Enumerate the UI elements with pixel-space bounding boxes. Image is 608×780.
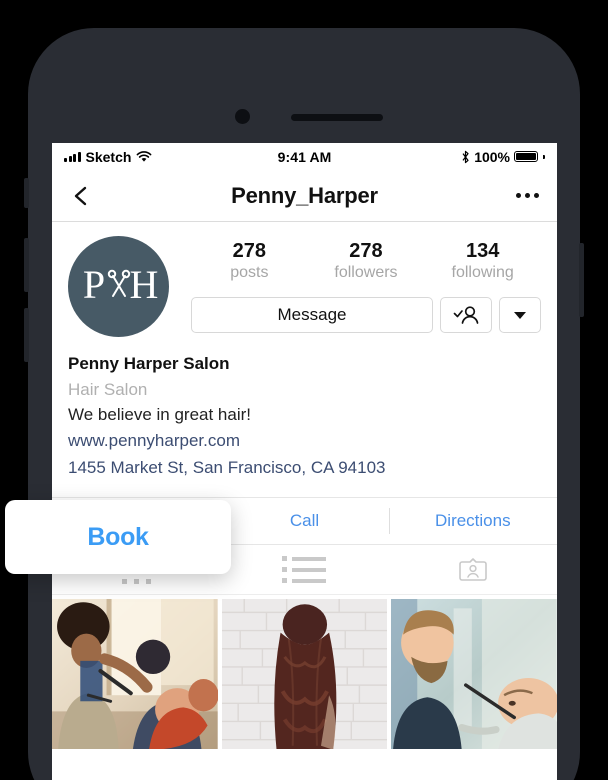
- photo-thumbnail[interactable]: [391, 599, 557, 750]
- status-bar: Sketch 9:41 AM 100%: [52, 143, 557, 170]
- page-title: Penny_Harper: [231, 182, 378, 208]
- bluetooth-icon: [462, 150, 469, 163]
- tab-list[interactable]: [220, 545, 388, 594]
- stat-label: following: [451, 264, 514, 281]
- front-camera-icon: [235, 109, 250, 124]
- stats-row: 278 posts 278 followers 134 following: [191, 236, 541, 283]
- stat-value: 278: [232, 240, 267, 262]
- svg-text:P: P: [83, 262, 105, 307]
- directions-action[interactable]: Directions: [388, 497, 557, 545]
- person-check-icon: [453, 306, 479, 324]
- follow-button[interactable]: [440, 297, 492, 333]
- scissors-icon: [107, 269, 131, 297]
- stat-value: 278: [349, 240, 383, 262]
- list-icon: [282, 556, 327, 584]
- stat-followers[interactable]: 278 followers: [323, 240, 409, 283]
- bio-description: We believe in great hair!: [68, 405, 252, 424]
- navigation-bar: Penny_Harper: [52, 170, 557, 222]
- more-dots-icon[interactable]: [516, 193, 539, 198]
- chevron-down-icon: [514, 311, 526, 319]
- tab-tagged[interactable]: [389, 545, 557, 594]
- business-category: Hair Salon: [68, 379, 148, 399]
- svg-text:H: H: [130, 262, 159, 307]
- battery-cap: [543, 154, 545, 159]
- earpiece-speaker: [291, 114, 383, 121]
- call-action[interactable]: Call: [220, 497, 388, 545]
- message-button[interactable]: Message: [191, 297, 433, 333]
- profile-header: P H 278 posts 278 followers 134 followin…: [52, 222, 557, 337]
- phone-screen: Sketch 9:41 AM 100% Penny_Harper P H 278…: [52, 143, 557, 780]
- profile-action-row: Message: [191, 297, 541, 333]
- book-button-label: Book: [87, 522, 149, 551]
- photo-thumbnail[interactable]: [221, 599, 388, 750]
- status-bar-right: 100%: [461, 149, 545, 165]
- back-chevron-icon[interactable]: [70, 185, 92, 207]
- screenshot-stage: Sketch 9:41 AM 100% Penny_Harper P H 278…: [0, 0, 608, 780]
- silent-switch-button[interactable]: [24, 178, 29, 208]
- more-options-dropdown-button[interactable]: [499, 297, 541, 333]
- battery-percent-label: 100%: [474, 148, 510, 165]
- volume-up-button[interactable]: [24, 238, 29, 292]
- avatar[interactable]: P H: [68, 236, 169, 337]
- website-link[interactable]: www.pennyharper.com: [68, 428, 541, 454]
- avatar-monogram: P H: [83, 262, 159, 307]
- stat-following[interactable]: 134 following: [440, 240, 526, 283]
- volume-down-button[interactable]: [24, 308, 29, 362]
- battery-icon: [514, 151, 538, 162]
- photo-thumbnail[interactable]: [52, 599, 218, 750]
- book-overlay-card[interactable]: Book: [5, 500, 231, 574]
- stat-posts[interactable]: 278 posts: [206, 240, 292, 283]
- profile-bio: Penny Harper Salon Hair Salon We believe…: [52, 337, 557, 481]
- stat-label: posts: [230, 264, 269, 281]
- business-name: Penny Harper Salon: [68, 354, 230, 373]
- photo-grid: [52, 595, 557, 750]
- address-text[interactable]: 1455 Market St, San Francisco, CA 94103: [68, 455, 541, 481]
- stat-value: 134: [465, 240, 500, 262]
- power-button[interactable]: [579, 243, 584, 317]
- stat-label: followers: [334, 264, 398, 281]
- tagged-person-icon: [459, 557, 487, 581]
- profile-stats-actions: 278 posts 278 followers 134 following Me…: [169, 236, 541, 337]
